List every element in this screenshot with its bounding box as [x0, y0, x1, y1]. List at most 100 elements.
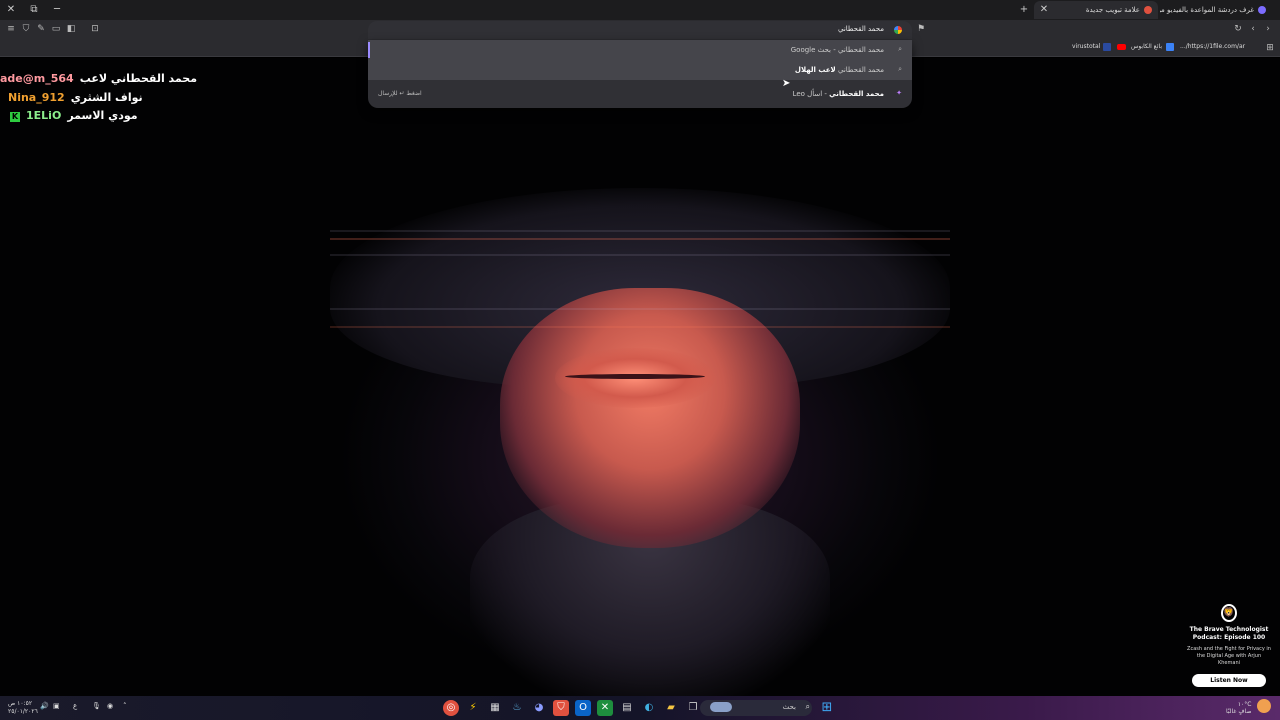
forward-icon[interactable]: ‹ [1246, 22, 1260, 36]
glitch-line [330, 230, 950, 232]
task-view-taskbar-icon[interactable]: ❐ [685, 700, 701, 716]
calculator-taskbar-icon[interactable]: ▦ [487, 700, 503, 716]
suggestion-query: محمد القحطاني [837, 46, 884, 54]
suggestion-ask-leo[interactable]: ✦ محمد القحطاني - اسأل Leo [368, 84, 912, 104]
suggestion-query: محمد القحطاني [835, 66, 884, 74]
tab-video-chat[interactable]: غرف دردشة المواعدة بالفيديو من ... [1160, 1, 1272, 19]
weather-desc: صافٍ غالبًا [1226, 708, 1252, 715]
brave-lion-icon: 🦁 [1221, 604, 1237, 622]
edge-taskbar-icon[interactable]: ◐ [641, 700, 657, 716]
app-taskbar-icon[interactable]: ⚡ [465, 700, 481, 716]
suggestion-suffix: - اسأل Leo [792, 90, 830, 98]
apps-grid-icon[interactable]: ⊞ [1263, 41, 1277, 55]
tab-title: غرف دردشة المواعدة بالفيديو من ... [1160, 6, 1254, 14]
reload-icon[interactable]: ↻ [1231, 22, 1245, 36]
suggestion-text: محمد القحطاني لاعب الهلال [795, 66, 884, 74]
glitch-line [330, 308, 950, 310]
weather-widget[interactable]: ١٠°C صافٍ غالبًا [1226, 701, 1251, 715]
taskbar [0, 696, 1280, 720]
suggestion-query: محمد القحطاني [829, 90, 884, 98]
glitch-line [330, 254, 950, 256]
suggestion-google-search[interactable]: ⌕ محمد القحطاني - بحث Google [368, 40, 912, 60]
wallet-icon[interactable]: ▭ [49, 22, 63, 36]
weather-temp: ١٠°C [1237, 701, 1252, 708]
listen-now-button[interactable]: Listen Now [1192, 674, 1266, 687]
screenshot-icon[interactable]: ⊡ [88, 22, 102, 36]
suggestion-hilal-player[interactable]: ⌕ محمد القحطاني لاعب الهلال [368, 60, 912, 80]
suggestion-text: محمد القحطاني - بحث Google [791, 46, 884, 54]
steam-taskbar-icon[interactable]: ♨ [509, 700, 525, 716]
glitch-line [330, 326, 950, 328]
shield-icon[interactable]: ⛉ [19, 22, 33, 36]
selection-indicator [368, 42, 370, 58]
suggestion-text: محمد القحطاني - اسأل Leo [793, 90, 884, 98]
bookmark-nightmare-seller[interactable]: بائع الكابوس [1131, 43, 1162, 50]
network-icon[interactable]: ▣ [53, 702, 60, 710]
search-icon: ⌕ [898, 45, 902, 53]
bookmark-icon[interactable]: ⚑ [914, 22, 928, 36]
chat-message: مودي الاسمر [67, 109, 138, 122]
search-icon: ⌕ [805, 702, 810, 711]
google-icon [894, 26, 902, 34]
bookmark-1file[interactable]: https://1file.com/ar/... [1180, 43, 1245, 50]
weather-icon [1257, 699, 1271, 713]
search-icon: ⌕ [898, 65, 902, 73]
sidebar-icon[interactable]: ◧ [64, 22, 78, 36]
leo-icon: ✦ [896, 89, 902, 97]
address-input[interactable]: محمد القحطاني [838, 25, 884, 33]
menu-icon[interactable]: ≡ [4, 22, 18, 36]
suggestion-suffix: - بحث Google [790, 46, 838, 54]
mic-icon[interactable]: 🎙 [92, 702, 101, 710]
discord-taskbar-icon[interactable]: ◕ [531, 700, 547, 716]
glitch-line [330, 238, 950, 240]
new-tab-button[interactable]: + [1016, 2, 1032, 18]
tray-app-icon[interactable]: ◉ [107, 702, 113, 710]
chat-message: نواف الشثري [70, 91, 143, 104]
virustotal-icon [1103, 43, 1111, 51]
brave-taskbar-icon[interactable]: ⛉ [553, 700, 569, 716]
youtube-icon [1117, 44, 1126, 50]
address-bar[interactable]: محمد القحطاني [368, 21, 912, 39]
suggestion-completion: لاعب الهلال [794, 66, 836, 74]
clock[interactable]: ١٠:٥٢ ص ٢٥/٠١/٢٠٢٦ [8, 700, 38, 716]
language-indicator[interactable]: ع [73, 702, 77, 710]
podcast-title: The Brave Technologist Podcast: Episode … [1189, 626, 1269, 641]
chat-username: ade@m_564 [0, 72, 74, 85]
mouse-cursor: ➤ [782, 78, 791, 89]
start-button-icon[interactable]: ⊞ [819, 700, 835, 716]
minimize-window-button[interactable]: ─ [49, 2, 65, 18]
taskbar-search[interactable]: بحث ⌕ [700, 700, 812, 716]
taskbar-search-placeholder: بحث [782, 703, 796, 711]
xbox-taskbar-icon[interactable]: ✕ [597, 700, 613, 716]
new-tab-background [0, 58, 1280, 696]
clock-time: ١٠:٥٢ ص [8, 700, 33, 707]
restore-window-button[interactable]: ⧉ [26, 2, 42, 18]
close-window-button[interactable]: ✕ [3, 2, 19, 18]
file-explorer-taskbar-icon[interactable]: ▰ [663, 700, 679, 716]
clock-date: ٢٥/٠١/٢٠٢٦ [8, 708, 38, 715]
podcast-description: Zcash and the Fight for Privacy in the D… [1187, 646, 1271, 666]
show-hidden-icons[interactable]: ˄ [123, 702, 127, 710]
tab-close-icon[interactable]: ✕ [1036, 2, 1052, 18]
extensions-icon[interactable]: ✎ [34, 22, 48, 36]
background-mouth [565, 374, 705, 379]
chat-line: Nina_912 نواف الشثري [0, 91, 143, 104]
chat-message: محمد القحطاني لاعب [79, 72, 198, 85]
chrome-like-taskbar-icon[interactable]: ◎ [443, 700, 459, 716]
chat-line: ade@m_564 محمد القحطاني لاعب [0, 72, 197, 85]
back-icon[interactable]: › [1261, 22, 1275, 36]
volume-icon[interactable]: 🔊 [40, 702, 49, 710]
omnibox-suggestions: ⌕ محمد القحطاني - بحث Google ⌕ محمد القح… [368, 40, 912, 108]
tab-title: علامة تبويب جديدة [1085, 6, 1140, 14]
store-taskbar-icon[interactable]: ▤ [619, 700, 635, 716]
chat-username: Nina_912 [8, 91, 65, 104]
podcast-card: 🦁 The Brave Technologist Podcast: Episod… [1186, 604, 1272, 688]
chat-username: 1ELiO [26, 109, 62, 122]
brave-tab-icon [1144, 6, 1152, 14]
bookmark-virustotal[interactable]: virustotal [1072, 43, 1100, 50]
tab-new-tab[interactable]: علامة تبويب جديدة [1034, 1, 1158, 19]
enter-hint: اضغط ↵ للإرسال [378, 90, 422, 97]
outlook-taskbar-icon[interactable]: O [575, 700, 591, 716]
kick-icon: K [10, 112, 20, 122]
site-tab-icon [1258, 6, 1266, 14]
